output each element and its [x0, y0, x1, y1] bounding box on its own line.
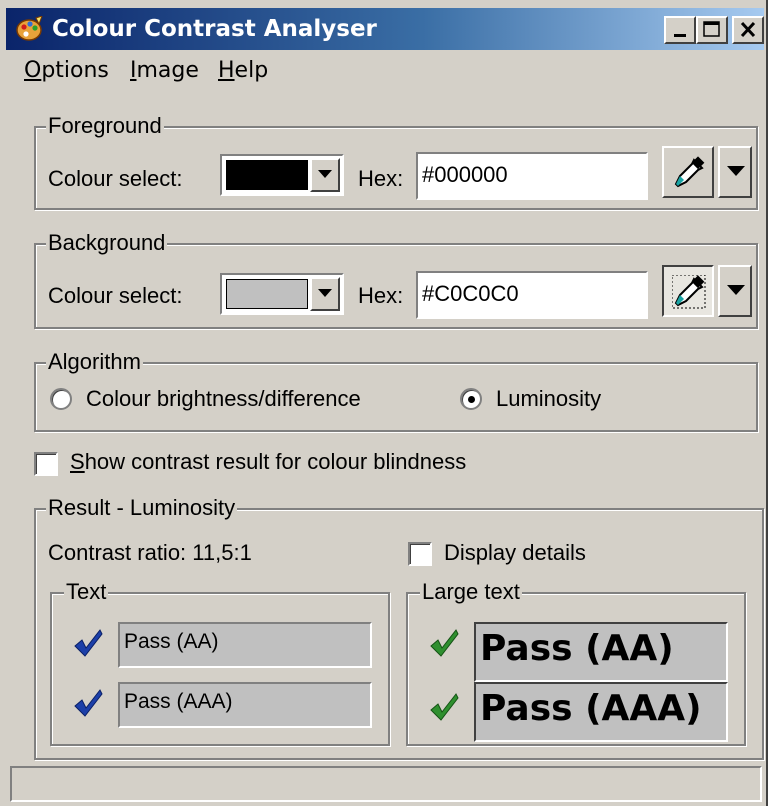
bg-hex-label: Hex:	[358, 283, 404, 308]
menu-options[interactable]: Options	[24, 58, 109, 83]
checkmark-icon	[72, 628, 104, 658]
text-aaa-result: Pass (AAA)	[118, 682, 372, 728]
eyedropper-icon	[672, 275, 706, 309]
result-group-title: Result - Luminosity	[46, 495, 238, 521]
fg-hex-label: Hex:	[358, 166, 404, 191]
radio-selected-dot	[468, 396, 475, 403]
menu-image-label: mage	[136, 58, 199, 83]
checkmark-icon	[428, 692, 460, 722]
foreground-group: Foreground Colour select: Hex: #000000	[34, 113, 758, 210]
maximize-button[interactable]	[696, 16, 728, 44]
app-window: Colour Contrast Analyser Options Image H…	[0, 0, 768, 806]
text-aa-result: Pass (AA)	[118, 622, 372, 668]
radio-brightness[interactable]	[50, 388, 72, 410]
fg-eyedropper-menu-button[interactable]	[718, 146, 752, 198]
background-group-title: Background	[46, 230, 168, 256]
chevron-down-icon	[318, 170, 332, 178]
maximize-icon	[703, 21, 720, 37]
display-details-checkbox[interactable]	[408, 542, 432, 566]
checkmark-icon	[428, 628, 460, 658]
status-bar	[10, 766, 762, 802]
display-details-label[interactable]: Display details	[444, 540, 586, 566]
fg-eyedropper-button[interactable]	[662, 146, 714, 198]
colour-blindness-checkbox[interactable]	[34, 452, 58, 476]
large-text-results-group: Large text Pass (AA) Pass (AAA)	[406, 579, 746, 746]
window-title: Colour Contrast Analyser	[52, 16, 377, 42]
eyedropper-icon	[674, 156, 705, 188]
chevron-down-icon	[727, 285, 745, 295]
algorithm-group-title: Algorithm	[46, 349, 143, 375]
large-aaa-result: Pass (AAA)	[474, 682, 728, 742]
large-text-group-title: Large text	[420, 579, 522, 605]
menu-help[interactable]: Help	[218, 58, 268, 83]
result-group: Result - Luminosity Contrast ratio: 11,5…	[34, 495, 764, 760]
menu-image[interactable]: Image	[130, 58, 199, 83]
radio-luminosity[interactable]	[460, 388, 482, 410]
fg-dropdown-arrow[interactable]	[310, 158, 340, 192]
menu-options-accel: O	[24, 58, 42, 83]
radio-luminosity-label[interactable]: Luminosity	[496, 386, 601, 412]
algorithm-group: Algorithm Colour brightness/difference L…	[34, 349, 758, 432]
colour-blindness-accel: S	[70, 449, 85, 474]
fg-swatch	[226, 160, 308, 190]
background-group: Background Colour select: Hex: #C0C0C0	[34, 230, 758, 329]
bg-eyedropper-menu-button[interactable]	[718, 265, 752, 317]
chevron-down-icon	[727, 166, 745, 176]
colour-blindness-label[interactable]: Show contrast result for colour blindnes…	[70, 449, 466, 475]
menu-help-label: elp	[234, 58, 269, 83]
bg-hex-input[interactable]: #C0C0C0	[416, 271, 648, 319]
foreground-group-title: Foreground	[46, 113, 164, 139]
bg-dropdown-arrow[interactable]	[310, 277, 340, 311]
title-bar[interactable]: Colour Contrast Analyser	[6, 8, 764, 50]
large-aa-result: Pass (AA)	[474, 622, 728, 682]
bg-eyedropper-button[interactable]	[662, 265, 714, 317]
fg-colour-select[interactable]	[220, 154, 344, 196]
text-results-group: Text Pass (AA) Pass (AAA)	[50, 579, 390, 746]
radio-brightness-label[interactable]: Colour brightness/difference	[86, 386, 361, 412]
minimize-icon	[674, 34, 686, 37]
bg-swatch	[226, 279, 308, 309]
fg-colour-select-label: Colour select:	[48, 166, 183, 191]
menu-options-label: ptions	[41, 58, 109, 83]
minimize-button[interactable]	[664, 16, 696, 44]
fg-hex-input[interactable]: #000000	[416, 152, 648, 200]
checkmark-icon	[72, 688, 104, 718]
colour-blindness-text: how contrast result for colour blindness	[84, 449, 467, 474]
bg-colour-select[interactable]	[220, 273, 344, 315]
bg-colour-select-label: Colour select:	[48, 283, 183, 308]
close-icon	[740, 21, 756, 38]
palette-icon	[16, 15, 44, 42]
chevron-down-icon	[318, 289, 332, 297]
close-button[interactable]	[732, 16, 764, 44]
menu-help-accel: H	[218, 58, 235, 83]
menu-bar: Options Image Help	[0, 52, 768, 90]
contrast-ratio: Contrast ratio: 11,5:1	[48, 540, 252, 565]
text-group-title: Text	[64, 579, 109, 605]
